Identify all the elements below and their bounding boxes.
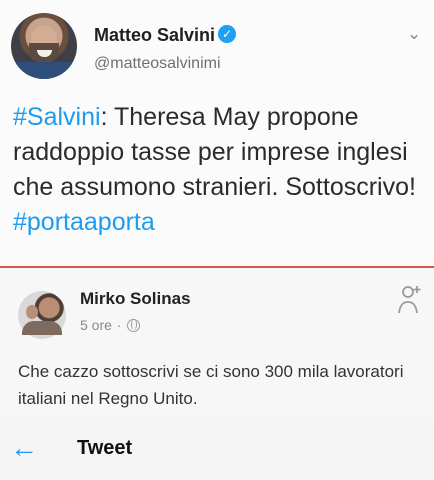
avatar[interactable] <box>11 13 77 79</box>
hashtag-link[interactable]: #portaaporta <box>13 208 155 236</box>
add-person-icon[interactable] <box>397 285 421 315</box>
reply-meta: 5 ore · <box>80 317 140 333</box>
chevron-down-icon[interactable]: ⌄ <box>407 25 423 42</box>
hashtag-link[interactable]: #Salvini <box>13 103 101 131</box>
screen-title: Tweet <box>77 437 133 459</box>
back-arrow-icon[interactable]: ← <box>8 433 40 465</box>
author-name[interactable]: Matteo Salvini <box>94 25 215 46</box>
reply-time: 5 ore <box>80 317 112 333</box>
tweet-text: #Salvini: Theresa May propone raddoppio … <box>13 100 418 240</box>
reply-text: Che cazzo sottoscrivi se ci sono 300 mil… <box>18 362 404 408</box>
tweet-card: Matteo Salvini ✓ @matteosalvinimi ⌄ #Sal… <box>0 0 434 268</box>
toolbar: ← Tweet <box>0 420 434 480</box>
reply-separator: · <box>116 317 122 333</box>
avatar-shirt <box>11 62 77 79</box>
avatar[interactable] <box>18 291 66 339</box>
globe-icon <box>126 318 140 332</box>
reply-card: Mirko Solinas 5 ore · Che cazzo sottoscr… <box>0 268 434 418</box>
reply-author-name[interactable]: Mirko Solinas <box>80 289 191 309</box>
author-handle[interactable]: @matteosalvinimi <box>94 55 221 73</box>
verified-check-icon: ✓ <box>218 25 236 43</box>
